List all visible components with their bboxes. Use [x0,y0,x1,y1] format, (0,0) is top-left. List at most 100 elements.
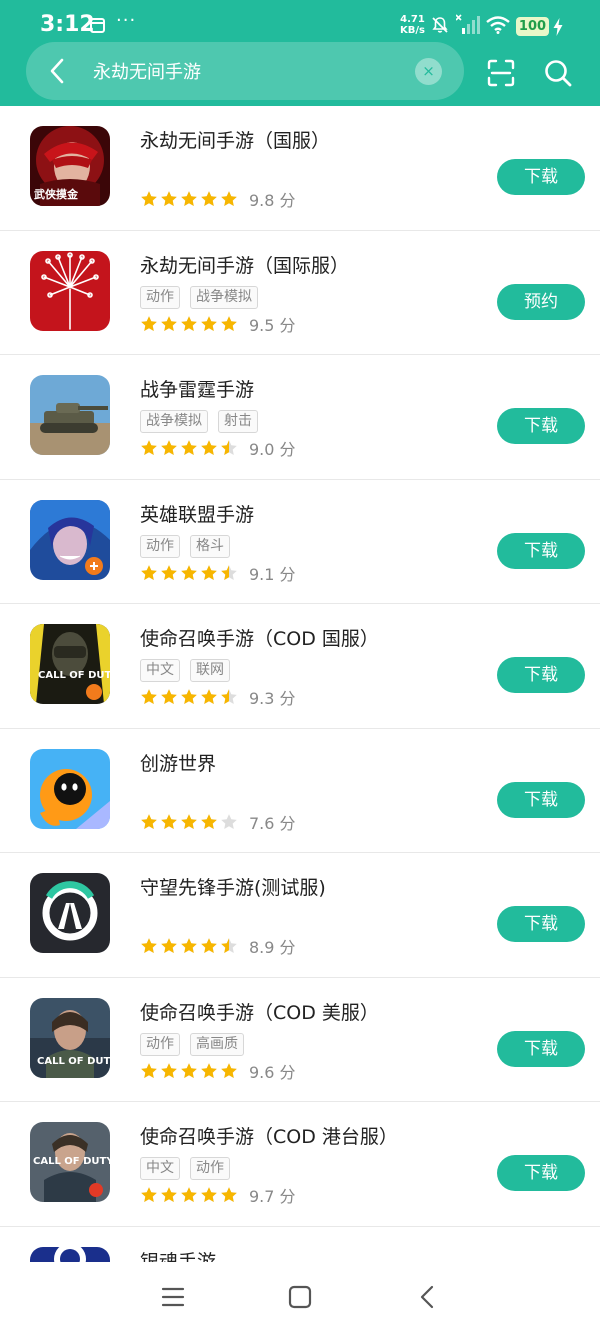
download-button[interactable]: 下载 [497,408,585,444]
star-icon [221,315,237,331]
star-rating [140,1062,238,1080]
star-rating [140,315,238,333]
reserve-button[interactable]: 预约 [497,283,585,320]
app-item[interactable]: 武侠摸金 永劫无间手游（国服） 9.8 分 下载 [0,106,600,231]
star-icon [161,191,177,206]
star-icon [161,938,177,953]
app-name: 使命召唤手游（COD 美服） [140,1001,379,1024]
download-button[interactable]: 下载 [497,657,585,693]
app-tag: 格斗 [190,534,230,558]
star-icon [181,813,197,829]
star-icon [221,564,237,580]
app-icon-gintama[interactable] [30,1246,110,1262]
back-icon[interactable] [46,57,70,85]
app-item[interactable]: 银魂手游 [0,1227,600,1263]
star-icon [141,315,157,331]
app-icon-cod-hk-tw[interactable]: CALL OF DUTY [30,1122,110,1202]
star-icon [141,440,157,455]
star-icon [141,1187,157,1202]
app-tag: 战争模拟 [140,410,208,433]
star-icon [141,938,157,953]
scan-icon[interactable] [487,59,515,87]
app-name: 银魂手游 [140,1250,217,1263]
star-icon [201,938,217,953]
app-tags: 动作 格斗 [140,534,230,558]
app-icon-label: CALL OF DUTY [37,1055,110,1067]
star-icon [161,689,177,704]
app-item[interactable]: CALL OF DUTY 使命召唤手游（COD 国服） 中文联网 9.3 分 下… [0,604,600,729]
app-score: 9.3 分 [249,689,296,708]
app-rating: 9.3 分 [140,685,296,709]
app-item[interactable]: 英雄联盟手游 动作 格斗 9.1 分 下载 [0,480,600,604]
search-input[interactable] [93,57,405,85]
star-icon [181,1062,197,1078]
app-tag: 战争模拟 [190,285,258,309]
net-speed: 4.71 KB/s [400,14,425,36]
app-tag: 联网 [190,659,230,682]
star-icon [201,564,217,580]
app-tag: 射击 [218,410,258,433]
clear-icon[interactable]: × [415,58,442,85]
more-dots: ··· [116,10,137,31]
app-item[interactable]: 战争雷霆手游 战争模拟 射击 9.0 分 下载 [0,355,600,480]
app-item[interactable]: 创游世界 7.6 分 下载 [0,729,600,853]
home-icon[interactable] [287,1284,313,1310]
star-icon [181,191,197,206]
app-tags: 动作 高画质 [140,1032,244,1056]
search-icon[interactable] [544,59,572,87]
app-tag: 动作 [140,285,180,309]
app-name: 英雄联盟手游 [140,503,255,526]
app-score: 9.7 分 [249,1187,296,1206]
app-icon-naraka-global[interactable] [30,250,110,331]
menu-icon[interactable] [160,1284,186,1310]
download-button[interactable]: 下载 [497,159,585,195]
star-icon [181,689,197,704]
app-icon-naraka-cn[interactable]: 武侠摸金 [30,126,110,206]
star-icon [201,315,217,331]
battery-level: 100 [516,17,549,36]
app-tag: 动作 [140,534,180,558]
app-icon-chuangyou-world[interactable] [30,748,110,829]
app-rating: 9.6 分 [140,1059,296,1083]
app-tag: 动作 [190,1157,230,1180]
app-tag: 动作 [140,1032,180,1056]
star-icon [181,440,197,455]
app-item[interactable]: 永劫无间手游（国际服） 动作 战争模拟 9.5 分 预约 [0,231,600,355]
app-list: 武侠摸金 永劫无间手游（国服） 9.8 分 下载 永劫无间手游（国际服） 动作 … [0,106,600,1262]
star-icon [161,1062,177,1078]
download-button[interactable]: 下载 [497,906,585,942]
star-icon [181,315,197,331]
app-item[interactable]: CALL OF DUTY 使命召唤手游（COD 港台服） 中文 动作 9.7 分 … [0,1102,600,1227]
app-icon-league-of-legends[interactable] [30,499,110,580]
download-button[interactable]: 下载 [497,781,585,818]
status-time: 3:12 [40,12,95,37]
app-icon-war-thunder[interactable] [30,375,110,455]
star-icon [221,1187,237,1202]
download-button[interactable]: 下载 [497,532,585,569]
download-button[interactable]: 下载 [497,1030,585,1067]
app-item[interactable]: 守望先锋手游(测试服) 8.9 分 下载 [0,853,600,978]
star-icon [201,1187,217,1202]
star-rating [140,937,238,955]
star-icon [141,813,157,829]
app-rating: 8.9 分 [140,934,296,958]
star-icon [221,938,237,953]
app-tag: 中文 [140,1157,180,1180]
star-icon [201,689,217,704]
app-icon-cod-us[interactable]: CALL OF DUTY [30,997,110,1078]
app-tags: 中文 动作 [140,1157,230,1180]
app-icon-overwatch[interactable] [30,873,110,953]
star-icon [201,813,217,829]
download-button[interactable]: 下载 [497,1155,585,1191]
star-icon [181,564,197,580]
star-icon [181,1187,197,1202]
app-tags: 动作 战争模拟 [140,285,258,309]
back-icon[interactable] [415,1284,441,1310]
calendar-icon [90,18,105,33]
app-item[interactable]: CALL OF DUTY 使命召唤手游（COD 美服） 动作 高画质 9.6 分 … [0,978,600,1102]
app-icon-cod-cn[interactable]: CALL OF DUTY [30,624,110,704]
app-tag: 高画质 [190,1032,244,1056]
app-rating: 7.6 分 [140,810,296,834]
star-icon [221,813,237,829]
header: 3:12 ··· 4.71 KB/s 100 永劫无间手游 × [0,0,600,106]
